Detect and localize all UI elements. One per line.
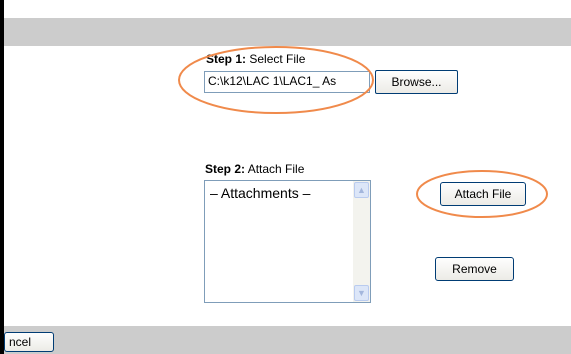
- step2-title: Step 2:: [205, 162, 246, 176]
- cancel-button[interactable]: ncel: [4, 332, 54, 352]
- attachments-placeholder-item[interactable]: – Attachments –: [210, 185, 310, 201]
- remove-button[interactable]: Remove: [435, 257, 514, 281]
- file-input-highlight-ellipse: [178, 46, 374, 114]
- step2-text: Attach File: [247, 162, 305, 176]
- listbox-scrollbar[interactable]: ▲ ▼: [353, 181, 370, 302]
- scroll-up-arrow-icon[interactable]: ▲: [354, 182, 369, 198]
- header-band: [4, 18, 571, 46]
- attach-button-highlight-ellipse: [416, 170, 548, 218]
- left-edge-border: [0, 0, 4, 354]
- footer-band: [4, 326, 571, 354]
- scroll-down-arrow-icon[interactable]: ▼: [354, 285, 369, 301]
- step2-label: Step 2: Attach File: [205, 162, 304, 176]
- attachments-listbox[interactable]: – Attachments – ▲ ▼: [204, 180, 371, 303]
- browse-button[interactable]: Browse...: [375, 70, 458, 94]
